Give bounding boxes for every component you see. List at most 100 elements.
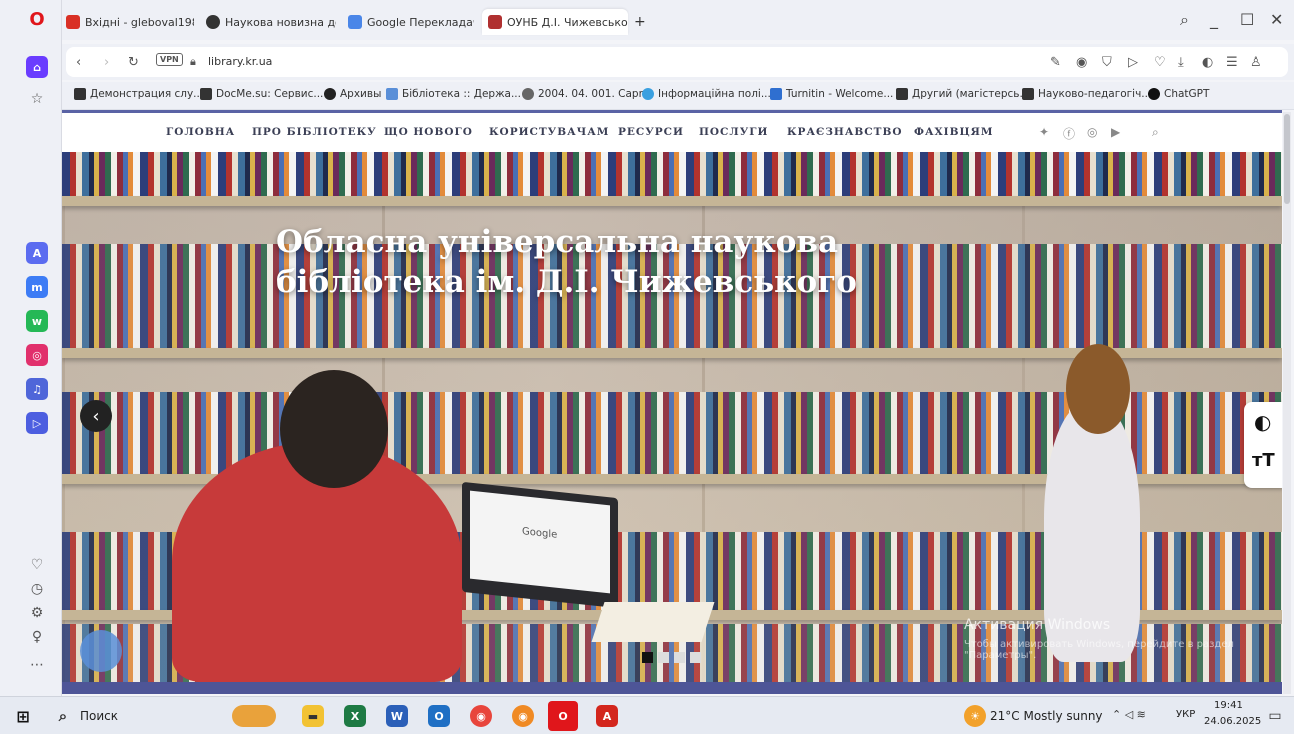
chat-widget-icon[interactable]	[80, 630, 122, 672]
bookmark-item[interactable]: Демонстрация слу...	[74, 88, 203, 100]
nav-users[interactable]: КОРИСТУВАЧАМ	[489, 126, 609, 138]
bookmark-item[interactable]: Другий (магістерсь...	[896, 88, 1029, 100]
minimize-icon[interactable]: _	[1210, 10, 1218, 29]
bookmark-item[interactable]: 2004. 04. 001. Capr...	[522, 88, 652, 100]
shield-icon[interactable]: ⛉	[1102, 55, 1112, 70]
website-viewport: ГОЛОВНА ПРО БІБЛІОТЕКУ ЩО НОВОГО КОРИСТУ…	[62, 110, 1282, 694]
nav-specialists[interactable]: ФАХІВЦЯМ	[914, 126, 993, 138]
weather-text[interactable]: 21°C Mostly sunny	[990, 709, 1103, 723]
player-icon[interactable]: ▷	[26, 412, 48, 434]
clock-time[interactable]: 19:41	[1214, 700, 1243, 711]
chrome-icon[interactable]: ◉	[470, 705, 492, 727]
slider-dot[interactable]	[674, 652, 685, 663]
bookmark-label: ChatGPT	[1164, 88, 1210, 100]
more-icon[interactable]: ⋯	[28, 656, 46, 674]
slider-prev-button[interactable]: ‹	[80, 400, 112, 432]
tab-gmail[interactable]: Вхідні - gleboval1980@g	[66, 9, 194, 35]
bookmark-item[interactable]: Науково-педагогіч...	[1022, 88, 1151, 100]
send-icon[interactable]: ▷	[1128, 55, 1138, 70]
person-head	[280, 370, 388, 488]
youtube-icon[interactable]: ▶	[1111, 125, 1120, 139]
pdf-reader-icon[interactable]: A	[596, 705, 618, 727]
text-size-icon[interactable]: тT	[1252, 450, 1275, 471]
whatsapp-icon[interactable]: w	[26, 310, 48, 332]
widget-icon[interactable]	[232, 705, 276, 727]
battery-saver-icon[interactable]: ◐	[1202, 55, 1213, 70]
tab-library[interactable]: ОУНБ Д.І. Чижевського -	[482, 9, 628, 35]
nav-resources[interactable]: РЕСУРСИ	[618, 126, 684, 138]
maximize-icon[interactable]: ☐	[1240, 10, 1254, 29]
slider-dot-active[interactable]	[642, 652, 653, 663]
clock-date[interactable]: 24.06.2025	[1204, 716, 1261, 727]
windows-start-icon[interactable]: ⊞	[12, 705, 34, 727]
taskbar-search-label[interactable]: Поиск	[80, 709, 118, 723]
vpn-badge[interactable]: VPN	[156, 53, 183, 66]
messenger-icon[interactable]: m	[26, 276, 48, 298]
bookmark-item[interactable]: Інформаційна полі...	[642, 88, 771, 100]
chatgpt-icon	[1148, 88, 1160, 100]
bookmark-item[interactable]: Бібліотека :: Держа...	[386, 88, 521, 100]
lock-icon[interactable]: 🔒︎	[190, 55, 196, 69]
download-icon[interactable]: ⤓	[1178, 55, 1184, 70]
nav-local-history[interactable]: КРАЄЗНАВСТВО	[787, 126, 902, 138]
translate-icon	[348, 15, 362, 29]
settings-icon[interactable]: ⚙	[28, 604, 46, 622]
windows-activation-subtitle: Чтобы активировать Windows, перейдите в …	[964, 639, 1234, 661]
instagram-icon[interactable]: ◎	[26, 344, 48, 366]
bookmark-item[interactable]: DocMe.su: Сервис...	[200, 88, 323, 100]
edit-icon[interactable]: ✎	[1050, 55, 1061, 70]
url-text[interactable]: library.kr.ua	[208, 55, 272, 68]
scrollbar[interactable]	[1283, 112, 1291, 694]
twitter-icon[interactable]: ✦	[1039, 125, 1049, 139]
laptop-screen-text: Google	[522, 526, 558, 541]
facebook-icon[interactable]: ⓕ	[1063, 125, 1075, 142]
nav-news[interactable]: ЩО НОВОГО	[384, 126, 473, 138]
new-tab-button[interactable]: +	[634, 9, 654, 35]
archive-icon	[324, 88, 336, 100]
home-icon[interactable]: ⌂	[26, 56, 48, 78]
outlook-icon[interactable]: O	[428, 705, 450, 727]
profile-icon[interactable]: ♙	[1250, 55, 1262, 70]
history-icon[interactable]: ◷	[28, 580, 46, 598]
keyboard-language[interactable]: УКР	[1176, 709, 1195, 720]
scrollbar-thumb[interactable]	[1284, 114, 1290, 204]
bookmark-label: Turnitin - Welcome...	[786, 88, 894, 100]
easy-setup-icon[interactable]: ☰	[1226, 55, 1238, 70]
opera-logo-icon[interactable]: O	[26, 8, 48, 30]
tips-icon[interactable]: ♀	[28, 628, 46, 646]
music-player-icon[interactable]: ♫	[26, 378, 48, 400]
reload-icon[interactable]: ↻	[128, 55, 139, 70]
favorite-icon[interactable]: ♡	[1154, 55, 1166, 70]
contrast-icon[interactable]: ◐	[1254, 410, 1271, 434]
opera-taskbar-icon[interactable]: O	[548, 701, 578, 731]
heart-icon[interactable]: ♡	[28, 556, 46, 574]
bookmark-item[interactable]: Turnitin - Welcome...	[770, 88, 893, 100]
search-icon[interactable]: ⌕	[52, 705, 74, 727]
nav-home[interactable]: ГОЛОВНА	[166, 126, 235, 138]
nav-services[interactable]: ПОСЛУГИ	[699, 126, 768, 138]
excel-icon[interactable]: X	[344, 705, 366, 727]
chrome-canary-icon[interactable]: ◉	[512, 705, 534, 727]
bookmark-item[interactable]: ChatGPT	[1148, 88, 1209, 100]
tab-translate[interactable]: Google Перекладач	[348, 9, 474, 35]
instagram-icon[interactable]: ◎	[1087, 125, 1097, 139]
speed-dial-icon[interactable]: ☆	[28, 90, 46, 108]
tab-docs[interactable]: Наукова новизна докуме	[206, 9, 336, 35]
close-icon[interactable]: ✕	[1270, 10, 1283, 29]
file-explorer-icon[interactable]: ▬	[302, 705, 324, 727]
aria-icon[interactable]: A	[26, 242, 48, 264]
nav-about[interactable]: ПРО БІБЛІОТЕКУ	[252, 126, 377, 138]
tray-icons[interactable]: ⌃ ◁ ≋	[1112, 708, 1146, 721]
hero-title-line2: бібліотека ім. Д.І. Чижевського	[276, 264, 857, 300]
bookmark-item[interactable]: Архивы	[324, 88, 381, 100]
notifications-icon[interactable]: ▭	[1264, 705, 1286, 727]
search-tabs-icon[interactable]: ⌕	[1180, 10, 1189, 30]
forward-icon[interactable]: ›	[104, 55, 109, 70]
weather-icon[interactable]: ☀	[964, 705, 986, 727]
camera-icon[interactable]: ◉	[1076, 55, 1087, 70]
slider-dot[interactable]	[658, 652, 669, 663]
back-icon[interactable]: ‹	[76, 55, 81, 70]
search-icon[interactable]: ⌕	[1152, 125, 1159, 140]
slider-dot[interactable]	[690, 652, 701, 663]
word-icon[interactable]: W	[386, 705, 408, 727]
